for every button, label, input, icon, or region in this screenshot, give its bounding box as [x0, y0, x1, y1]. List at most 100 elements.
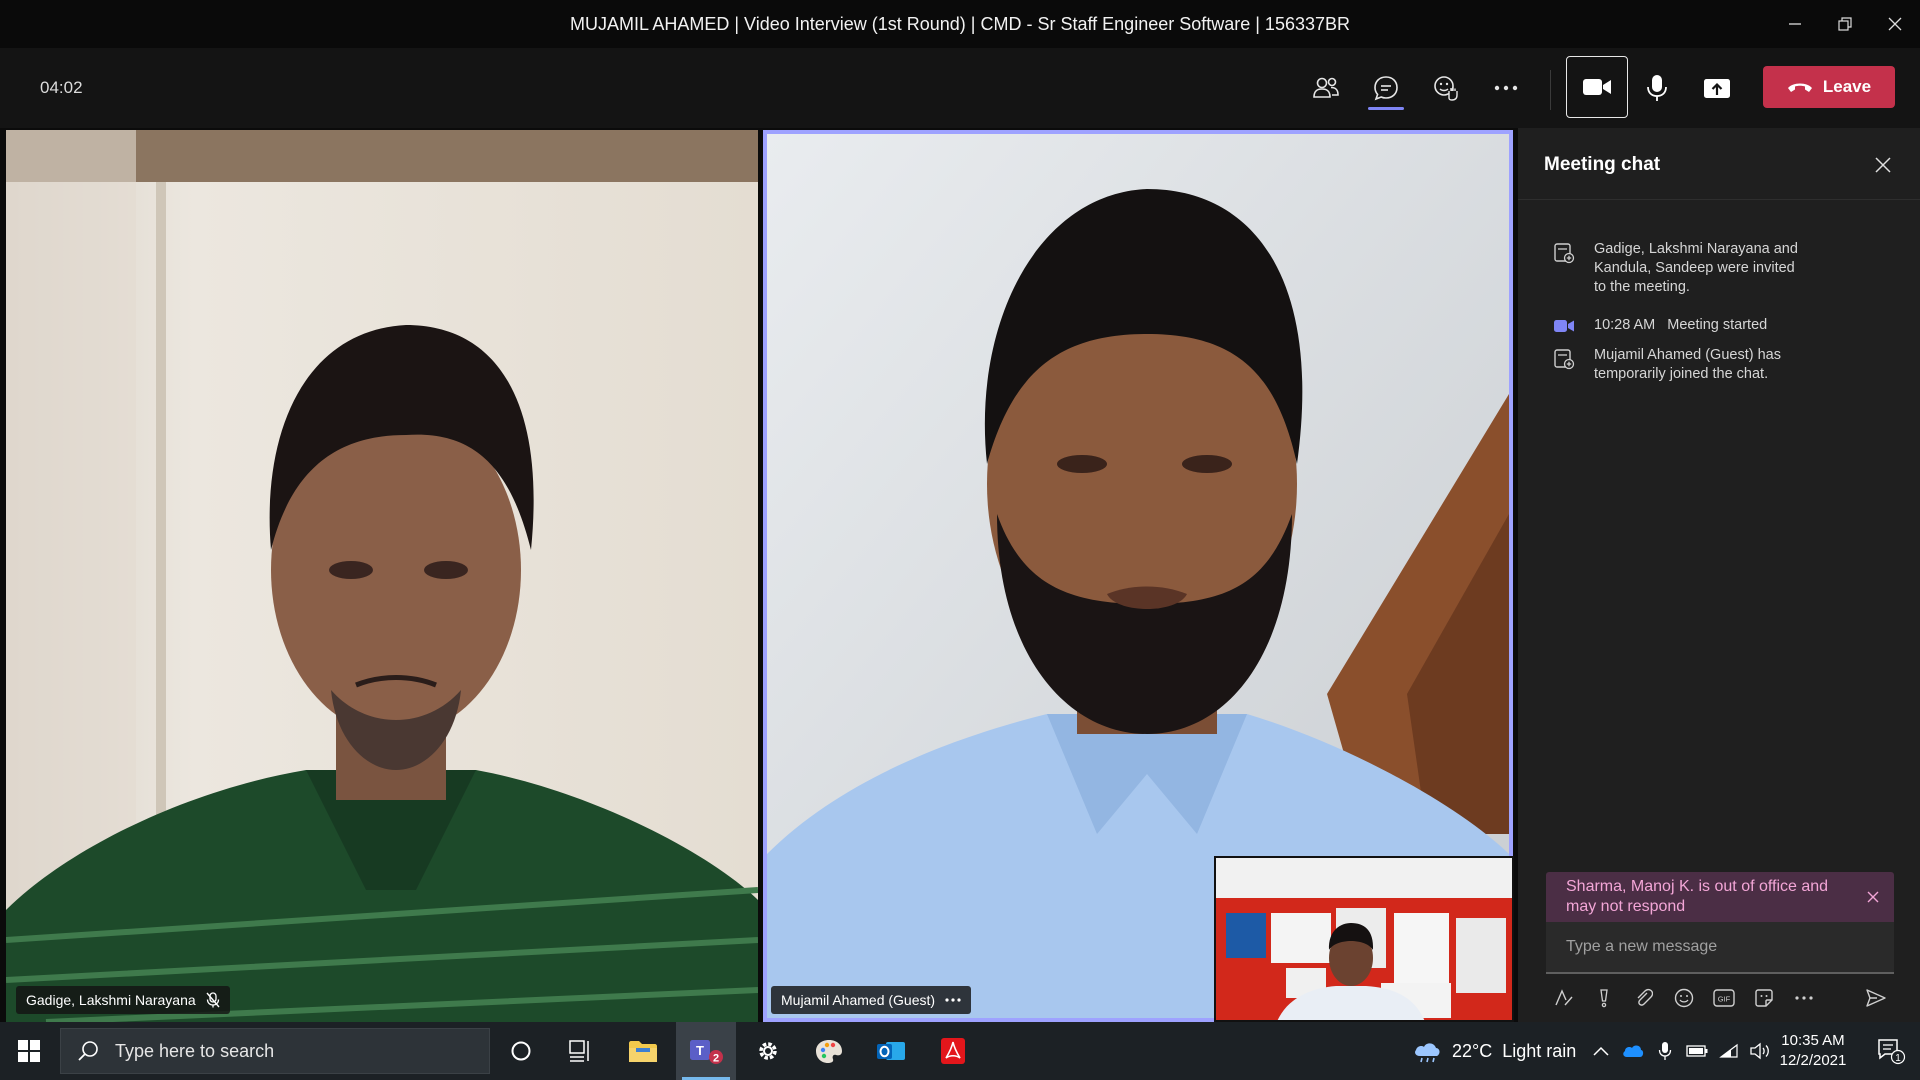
participant-name: Gadige, Lakshmi Narayana	[26, 992, 196, 1008]
participant-video-tile[interactable]: Gadige, Lakshmi Narayana	[6, 130, 758, 1022]
minimize-button[interactable]	[1770, 0, 1820, 48]
weather-temperature: 22°C	[1452, 1040, 1493, 1061]
minimize-icon	[1789, 23, 1801, 25]
taskbar-paint[interactable]	[800, 1022, 858, 1080]
more-actions-button[interactable]	[1484, 66, 1528, 110]
system-tray	[1590, 1022, 1772, 1080]
pdf-reader-icon	[941, 1038, 965, 1064]
notification-count: 1	[1895, 1053, 1901, 1064]
close-window-button[interactable]	[1870, 0, 1920, 48]
send-icon	[1866, 989, 1886, 1007]
title-bar: MUJAMIL AHAMED | Video Interview (1st Ro…	[0, 0, 1920, 48]
window-title: MUJAMIL AHAMED | Video Interview (1st Ro…	[569, 13, 1350, 34]
gear-icon	[759, 1042, 777, 1060]
search-input[interactable]	[115, 1040, 445, 1062]
search-icon	[78, 1041, 98, 1061]
participants-button[interactable]	[1304, 66, 1348, 110]
sticker-button[interactable]	[1744, 980, 1784, 1016]
taskbar-clock[interactable]: 10:35 AM 12/2/2021	[1770, 1031, 1856, 1071]
hang-up-icon	[1787, 83, 1812, 92]
self-view-video[interactable]	[1214, 856, 1514, 1022]
window-controls	[1770, 0, 1920, 48]
format-button[interactable]	[1544, 980, 1584, 1016]
battery-tray-icon[interactable]	[1686, 1022, 1708, 1080]
volume-tray-icon[interactable]	[1750, 1022, 1772, 1080]
taskbar-outlook[interactable]	[862, 1022, 920, 1080]
chat-bubble-icon	[1374, 76, 1398, 101]
cloud-icon	[1623, 1045, 1644, 1057]
share-tray-icon	[1704, 79, 1730, 98]
windows-taskbar: T2 22°C Light rain	[0, 1022, 1920, 1080]
chevron-up-icon	[1593, 1046, 1609, 1056]
cloud-rain-icon	[1415, 1043, 1440, 1063]
start-button[interactable]	[0, 1022, 58, 1080]
close-chat-button[interactable]	[1868, 150, 1898, 180]
gif-button[interactable]: GIF	[1704, 980, 1744, 1016]
raise-hand-icon	[1434, 76, 1458, 101]
emoji-button[interactable]	[1664, 980, 1704, 1016]
dismiss-notice-button[interactable]	[1864, 888, 1882, 906]
chat-event-line: Meeting started	[1667, 317, 1768, 333]
action-center-button[interactable]: 1	[1866, 1022, 1916, 1080]
taskbar-acrobat[interactable]	[924, 1022, 982, 1080]
chat-event: 10:28 AM Meeting started	[1552, 316, 1767, 335]
teams-icon: T2	[690, 1040, 723, 1065]
chat-event-time: 10:28 AM	[1594, 317, 1656, 333]
participant-name-tag: Mujamil Ahamed (Guest)	[771, 986, 972, 1014]
clock-time: 10:35 AM	[1781, 1032, 1845, 1049]
cortana-button[interactable]	[494, 1022, 548, 1080]
leave-label: Leave	[1822, 77, 1872, 96]
attach-button[interactable]	[1624, 980, 1664, 1016]
restore-button[interactable]	[1820, 0, 1870, 48]
task-view-icon	[569, 1040, 589, 1062]
notification-icon: 1	[1878, 1039, 1906, 1065]
people-add-icon	[1552, 240, 1576, 297]
people-add-icon	[1552, 346, 1576, 384]
chat-header: Meeting chat	[1518, 128, 1920, 200]
paint-palette-icon	[816, 1040, 842, 1063]
close-icon	[1867, 891, 1879, 903]
gif-icon: GIF	[1713, 989, 1735, 1007]
wifi-icon	[1719, 1043, 1738, 1058]
battery-icon	[1686, 1045, 1708, 1057]
toolbar-divider	[1550, 70, 1551, 110]
chat-event-line: Kandula, Sandeep were invited	[1594, 260, 1795, 276]
more-horizontal-icon	[1494, 85, 1518, 91]
teams-badge: 2	[713, 1053, 719, 1065]
microphone-icon	[1658, 1042, 1672, 1060]
windows-logo-icon	[18, 1040, 40, 1062]
call-toolbar: 04:02 Leave	[0, 48, 1920, 128]
taskbar-search[interactable]	[60, 1028, 490, 1074]
microphone-tray-icon[interactable]	[1654, 1022, 1676, 1080]
oof-notice-line: may not respond	[1566, 898, 1686, 915]
message-composer	[1546, 922, 1894, 974]
mark-important-button[interactable]	[1584, 980, 1624, 1016]
close-icon	[1875, 157, 1891, 173]
weather-widget[interactable]: 22°C Light rain	[1412, 1022, 1576, 1080]
more-horizontal-icon[interactable]	[945, 998, 961, 1002]
chat-event-line: temporarily joined the chat.	[1594, 366, 1769, 382]
camera-toggle-button[interactable]	[1566, 56, 1628, 118]
taskbar-file-explorer[interactable]	[612, 1022, 674, 1080]
send-button[interactable]	[1858, 980, 1894, 1016]
leave-button[interactable]: Leave	[1763, 66, 1895, 108]
task-view-button[interactable]	[552, 1022, 608, 1080]
svg-text:T: T	[696, 1043, 704, 1058]
chat-button[interactable]	[1364, 66, 1408, 110]
share-screen-button[interactable]	[1695, 66, 1739, 110]
reactions-button[interactable]	[1424, 66, 1468, 110]
taskbar-settings[interactable]	[740, 1022, 796, 1080]
taskbar-teams[interactable]: T2	[676, 1022, 736, 1080]
video-camera-icon	[1583, 79, 1611, 95]
message-input[interactable]	[1546, 922, 1894, 972]
sticker-icon	[1755, 989, 1773, 1007]
out-of-office-notice: Sharma, Manoj K. is out of office and ma…	[1546, 872, 1894, 922]
participant-name-tag: Gadige, Lakshmi Narayana	[16, 986, 230, 1014]
network-tray-icon[interactable]	[1718, 1022, 1740, 1080]
microphone-button[interactable]	[1635, 66, 1679, 110]
onedrive-tray-icon[interactable]	[1622, 1022, 1644, 1080]
chat-event-line: Mujamil Ahamed (Guest) has	[1594, 347, 1781, 363]
show-hidden-icons-button[interactable]	[1590, 1022, 1612, 1080]
composer-toolbar: GIF	[1544, 980, 1898, 1016]
more-options-button[interactable]	[1784, 980, 1824, 1016]
